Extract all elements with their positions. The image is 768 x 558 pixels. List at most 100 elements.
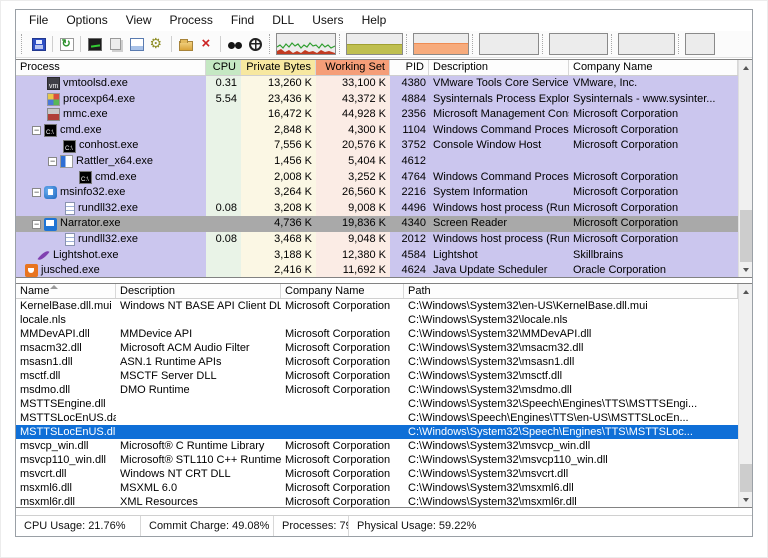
process-row[interactable]: mmc.exe 16,472 K 44,928 K 2356 Microsoft…	[16, 107, 738, 123]
scrollbar-up-button[interactable]	[739, 284, 752, 299]
process-row[interactable]: Narrator.exe 4,736 K 19,836 K 4340 Scree…	[16, 216, 738, 232]
menu-item[interactable]: Help	[353, 10, 396, 31]
process-row[interactable]: jusched.exe 2,416 K 11,692 K 4624 Java U…	[16, 263, 738, 278]
scrollbar-down-button[interactable]	[739, 492, 752, 507]
toolbar-grip[interactable]	[339, 34, 344, 54]
dll-row[interactable]: KernelBase.dll.mui Windows NT BASE API C…	[16, 299, 738, 313]
toolbar-button[interactable]	[105, 33, 126, 55]
toolbar-grip[interactable]	[472, 34, 477, 54]
cpu-value	[206, 138, 241, 154]
dll-name: msxml6r.dll	[16, 495, 116, 508]
working-set-value: 12,380 K	[316, 248, 390, 264]
menu-item[interactable]: Find	[222, 10, 263, 31]
column-header[interactable]: Process	[16, 60, 206, 75]
toolbar-button[interactable]	[175, 33, 196, 55]
commit-graph-button[interactable]	[346, 33, 403, 55]
column-header[interactable]: Working Set	[316, 60, 390, 75]
process-scrollbar[interactable]	[738, 60, 752, 277]
dll-row[interactable]: msvcp110_win.dll Microsoft® STL110 C++ R…	[16, 453, 738, 467]
toolbar-button[interactable]	[224, 33, 245, 55]
dll-row[interactable]: msctf.dll MSCTF Server DLL Microsoft Cor…	[16, 369, 738, 383]
physical-memory-graph-button[interactable]	[413, 33, 469, 55]
toolbar-grip[interactable]	[406, 34, 411, 54]
scrollbar-up-button[interactable]	[739, 60, 752, 75]
toolbar-button[interactable]	[49, 33, 56, 55]
process-row[interactable]: vmtoolsd.exe 0.31 13,260 K 33,100 K 4380…	[16, 76, 738, 92]
pid-value: 3752	[390, 138, 429, 154]
pid-value: 4380	[390, 76, 429, 92]
column-header[interactable]: Path	[404, 284, 738, 298]
gpu-graph-button[interactable]	[685, 33, 715, 55]
toolbar-button[interactable]	[28, 33, 49, 55]
disk-graph-button[interactable]	[618, 33, 675, 55]
tree-collapse-icon[interactable]	[32, 126, 41, 135]
toolbar-grip[interactable]	[611, 34, 616, 54]
process-row[interactable]: Rattler_x64.exe 1,456 K 5,404 K 4612	[16, 154, 738, 170]
column-header[interactable]: CPU	[206, 60, 241, 75]
column-header[interactable]: Private Bytes	[241, 60, 316, 75]
io-graph-button[interactable]	[479, 33, 539, 55]
column-header[interactable]: Description	[429, 60, 569, 75]
toolbar-grip[interactable]	[21, 34, 26, 54]
process-row[interactable]: procexp64.exe 5.54 23,436 K 43,372 K 488…	[16, 92, 738, 108]
toolbar-button[interactable]	[77, 33, 84, 55]
dll-row[interactable]: MSTTSLocEnUS.dat C:\Windows\Speech\Engin…	[16, 411, 738, 425]
dll-row[interactable]: msacm32.dll Microsoft ACM Audio Filter M…	[16, 341, 738, 355]
menu-item[interactable]: DLL	[263, 10, 303, 31]
toolbar-button[interactable]	[245, 33, 266, 55]
process-row[interactable]: cmd.exe 2,848 K 4,300 K 1104 Windows Com…	[16, 123, 738, 139]
toolbar-grip[interactable]	[542, 34, 547, 54]
dll-row[interactable]: msxml6r.dll XML Resources Microsoft Corp…	[16, 495, 738, 508]
dll-name: msctf.dll	[16, 369, 116, 383]
dll-row[interactable]: msvcp_win.dll Microsoft® C Runtime Libra…	[16, 439, 738, 453]
working-set-value: 4,300 K	[316, 123, 390, 139]
network-graph-button[interactable]	[549, 33, 608, 55]
dll-row[interactable]: msasn1.dll ASN.1 Runtime APIs Microsoft …	[16, 355, 738, 369]
column-header[interactable]: Company Name	[281, 284, 404, 298]
cpu-value	[206, 185, 241, 201]
dll-row[interactable]: locale.nls C:\Windows\System32\locale.nl…	[16, 313, 738, 327]
toolbar-button[interactable]	[126, 33, 147, 55]
column-header[interactable]: Company Name	[569, 60, 738, 75]
dll-row[interactable]: msxml6.dll MSXML 6.0 Microsoft Corporati…	[16, 481, 738, 495]
menu-item[interactable]: Users	[303, 10, 352, 31]
toolbar-button[interactable]	[56, 33, 77, 55]
menu-item[interactable]: View	[117, 10, 161, 31]
process-row[interactable]: msinfo32.exe 3,264 K 26,560 K 2216 Syste…	[16, 185, 738, 201]
cpu-graph-button[interactable]	[276, 33, 336, 55]
toolbar-button[interactable]	[217, 33, 224, 55]
column-header[interactable]: Description	[116, 284, 281, 298]
process-row[interactable]: conhost.exe 7,556 K 20,576 K 3752 Consol…	[16, 138, 738, 154]
dll-path: C:\Windows\System32\msasn1.dll	[404, 355, 738, 369]
cpu-value	[206, 216, 241, 232]
toolbar-button[interactable]	[84, 33, 105, 55]
menu-item[interactable]: Options	[57, 10, 116, 31]
scrollbar-down-button[interactable]	[739, 262, 752, 277]
dll-row[interactable]: msvcrt.dll Windows NT CRT DLL Microsoft …	[16, 467, 738, 481]
toolbar-button[interactable]	[147, 33, 168, 55]
dll-row[interactable]: msdmo.dll DMO Runtime Microsoft Corporat…	[16, 383, 738, 397]
dll-name: MSTTSLocEnUS.dll	[16, 425, 116, 439]
dll-row[interactable]: MSTTSEngine.dll C:\Windows\System32\Spee…	[16, 397, 738, 411]
toolbar-button[interactable]	[196, 33, 217, 55]
process-row[interactable]: cmd.exe 2,008 K 3,252 K 4764 Windows Com…	[16, 170, 738, 186]
process-row[interactable]: rundll32.exe 0.08 3,468 K 9,048 K 2012 W…	[16, 232, 738, 248]
pid-value: 4496	[390, 201, 429, 217]
toolbar-grip[interactable]	[269, 34, 274, 54]
menu-item[interactable]: Process	[161, 10, 222, 31]
dll-row[interactable]: MMDevAPI.dll MMDevice API Microsoft Corp…	[16, 327, 738, 341]
column-header[interactable]: PID	[390, 60, 429, 75]
tree-collapse-icon[interactable]	[48, 157, 57, 166]
tree-collapse-icon[interactable]	[32, 188, 41, 197]
toolbar-button[interactable]	[168, 33, 175, 55]
toolbar-grip[interactable]	[678, 34, 683, 54]
tree-collapse-icon[interactable]	[32, 220, 41, 229]
column-header[interactable]: Name	[16, 284, 116, 298]
description-value: VMware Tools Core Service	[429, 76, 569, 92]
scrollbar-thumb[interactable]	[740, 210, 752, 262]
dll-row[interactable]: MSTTSLocEnUS.dll C:\Windows\System32\Spe…	[16, 425, 738, 439]
menu-item[interactable]: File	[20, 10, 57, 31]
process-row[interactable]: Lightshot.exe 3,188 K 12,380 K 4584 Ligh…	[16, 248, 738, 264]
dll-scrollbar[interactable]	[738, 284, 752, 507]
process-row[interactable]: rundll32.exe 0.08 3,208 K 9,008 K 4496 W…	[16, 201, 738, 217]
